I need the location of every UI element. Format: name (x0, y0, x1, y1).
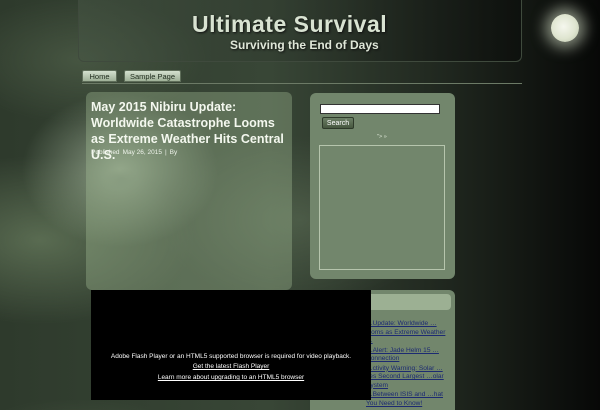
recent-post-link[interactable]: …ctivity Warning: Solar …ses Second Larg… (366, 365, 452, 391)
post-meta-published: Published (91, 149, 120, 156)
recent-post-link[interactable]: …Update: Worldwide …looms as Extreme Wea… (366, 320, 452, 346)
get-flash-player-link[interactable]: Get the latest Flash Player (91, 363, 371, 370)
search-input[interactable] (320, 104, 440, 114)
learn-html5-link[interactable]: Learn more about upgrading to an HTML5 b… (91, 374, 371, 381)
nav-item-sample-page[interactable]: Sample Page (124, 70, 181, 82)
widget-glyph: "> » (377, 134, 387, 140)
recent-post-link[interactable]: …Alert: Jade Helm 15 …Connection (366, 347, 452, 364)
nav-item-home[interactable]: Home (82, 70, 117, 82)
main-nav: Home Sample Page (82, 70, 522, 84)
site-tagline: Surviving the End of Days (230, 38, 379, 52)
site-title[interactable]: Ultimate Survival (192, 11, 387, 38)
flash-video-player[interactable]: Adobe Flash Player or an HTML5 supported… (91, 290, 371, 400)
post-meta: Published May 26, 2015 | By (91, 149, 180, 156)
flash-required-message: Adobe Flash Player or an HTML5 supported… (110, 353, 352, 360)
recent-posts-list: …Update: Worldwide …looms as Extreme Wea… (366, 320, 452, 409)
post-author: By (169, 149, 178, 156)
sidebar-search-widget: Search "> » (310, 93, 455, 279)
post-date: May 26, 2015 (122, 149, 162, 156)
post-meta-separator: | (164, 149, 167, 156)
moon-graphic (551, 14, 579, 42)
search-button[interactable]: Search (322, 117, 354, 129)
post-card: May 2015 Nibiru Update: Worldwide Catast… (86, 92, 292, 290)
widget-frame (319, 145, 445, 270)
